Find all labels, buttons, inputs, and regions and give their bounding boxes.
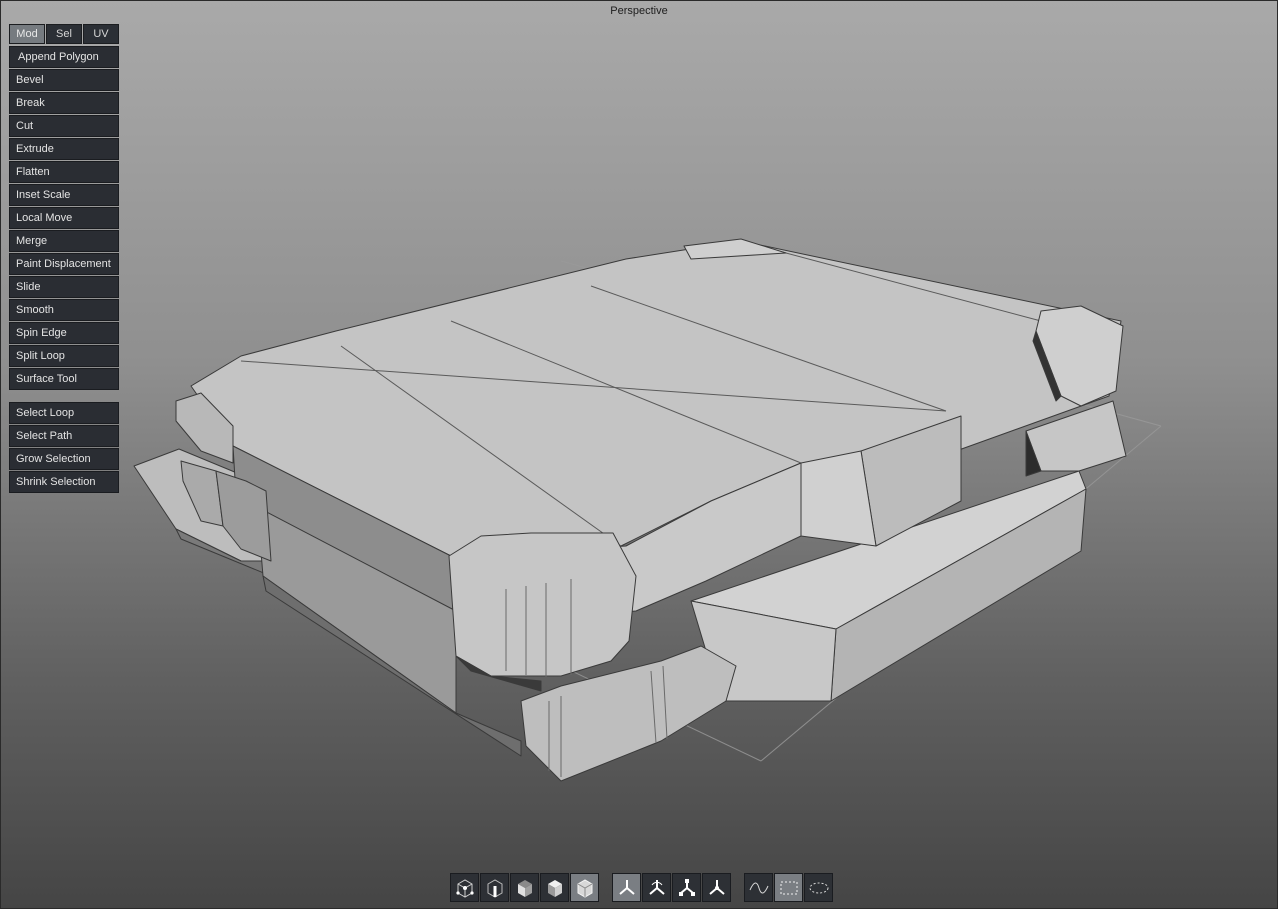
3d-viewport[interactable]: Perspective Mod Sel UV Append Polygon Be…: [0, 0, 1278, 909]
local-move-button[interactable]: Local Move: [9, 207, 119, 229]
object-mode-button[interactable]: [570, 873, 599, 902]
slide-button[interactable]: Slide: [9, 276, 119, 298]
surface-tool-button[interactable]: Surface Tool: [9, 368, 119, 390]
select-loop-button[interactable]: Select Loop: [9, 402, 119, 424]
shrink-selection-button[interactable]: Shrink Selection: [9, 471, 119, 493]
scale-icon: [678, 878, 695, 896]
lasso-select-button[interactable]: [744, 873, 773, 902]
merge-button[interactable]: Merge: [9, 230, 119, 252]
cut-button[interactable]: Cut: [9, 115, 119, 137]
object-mode-icon: [577, 878, 592, 898]
inset-scale-button[interactable]: Inset Scale: [9, 184, 119, 206]
bevel-button[interactable]: Bevel: [9, 69, 119, 91]
uv-mode-button[interactable]: [540, 873, 569, 902]
extrude-button[interactable]: Extrude: [9, 138, 119, 160]
append-polygon-button[interactable]: Append Polygon: [9, 46, 119, 68]
paint-select-icon: [809, 882, 828, 893]
uv-mode-icon: [547, 879, 562, 897]
grow-selection-button[interactable]: Grow Selection: [9, 448, 119, 470]
modeling-tools-menu: Append Polygon Bevel Break Cut Extrude F…: [9, 46, 119, 391]
spin-edge-button[interactable]: Spin Edge: [9, 322, 119, 344]
split-loop-button[interactable]: Split Loop: [9, 345, 119, 367]
move-tool-button[interactable]: [612, 873, 641, 902]
model-mesh: [133, 238, 1162, 782]
scale-tool-button[interactable]: [672, 873, 701, 902]
smooth-button[interactable]: Smooth: [9, 299, 119, 321]
move-icon: [618, 879, 635, 895]
mode-tabs: Mod Sel UV: [9, 24, 119, 44]
face-mode-button[interactable]: [510, 873, 539, 902]
tab-uv[interactable]: UV: [83, 24, 119, 44]
lasso-select-icon: [749, 882, 768, 893]
face-mode-icon: [517, 879, 532, 897]
rotate-icon: [648, 879, 665, 895]
flatten-button[interactable]: Flatten: [9, 161, 119, 183]
rectangle-select-button[interactable]: [774, 873, 803, 902]
bottom-toolbar: [450, 873, 834, 902]
rotate-tool-button[interactable]: [642, 873, 671, 902]
vertex-mode-icon: [455, 878, 474, 898]
edge-mode-button[interactable]: [480, 873, 509, 902]
paint-select-button[interactable]: [804, 873, 833, 902]
edge-mode-icon: [487, 878, 502, 898]
viewport-title: Perspective: [610, 5, 668, 17]
selection-tools-menu: Select Loop Select Path Grow Selection S…: [9, 402, 119, 494]
paint-displacement-button[interactable]: Paint Displacement: [9, 253, 119, 275]
universal-tool-button[interactable]: [702, 873, 731, 902]
universal-icon: [708, 879, 725, 895]
rectangle-select-icon: [780, 881, 797, 894]
tab-mod[interactable]: Mod: [9, 24, 45, 44]
select-path-button[interactable]: Select Path: [9, 425, 119, 447]
vertex-mode-button[interactable]: [450, 873, 479, 902]
tab-sel[interactable]: Sel: [46, 24, 82, 44]
break-button[interactable]: Break: [9, 92, 119, 114]
